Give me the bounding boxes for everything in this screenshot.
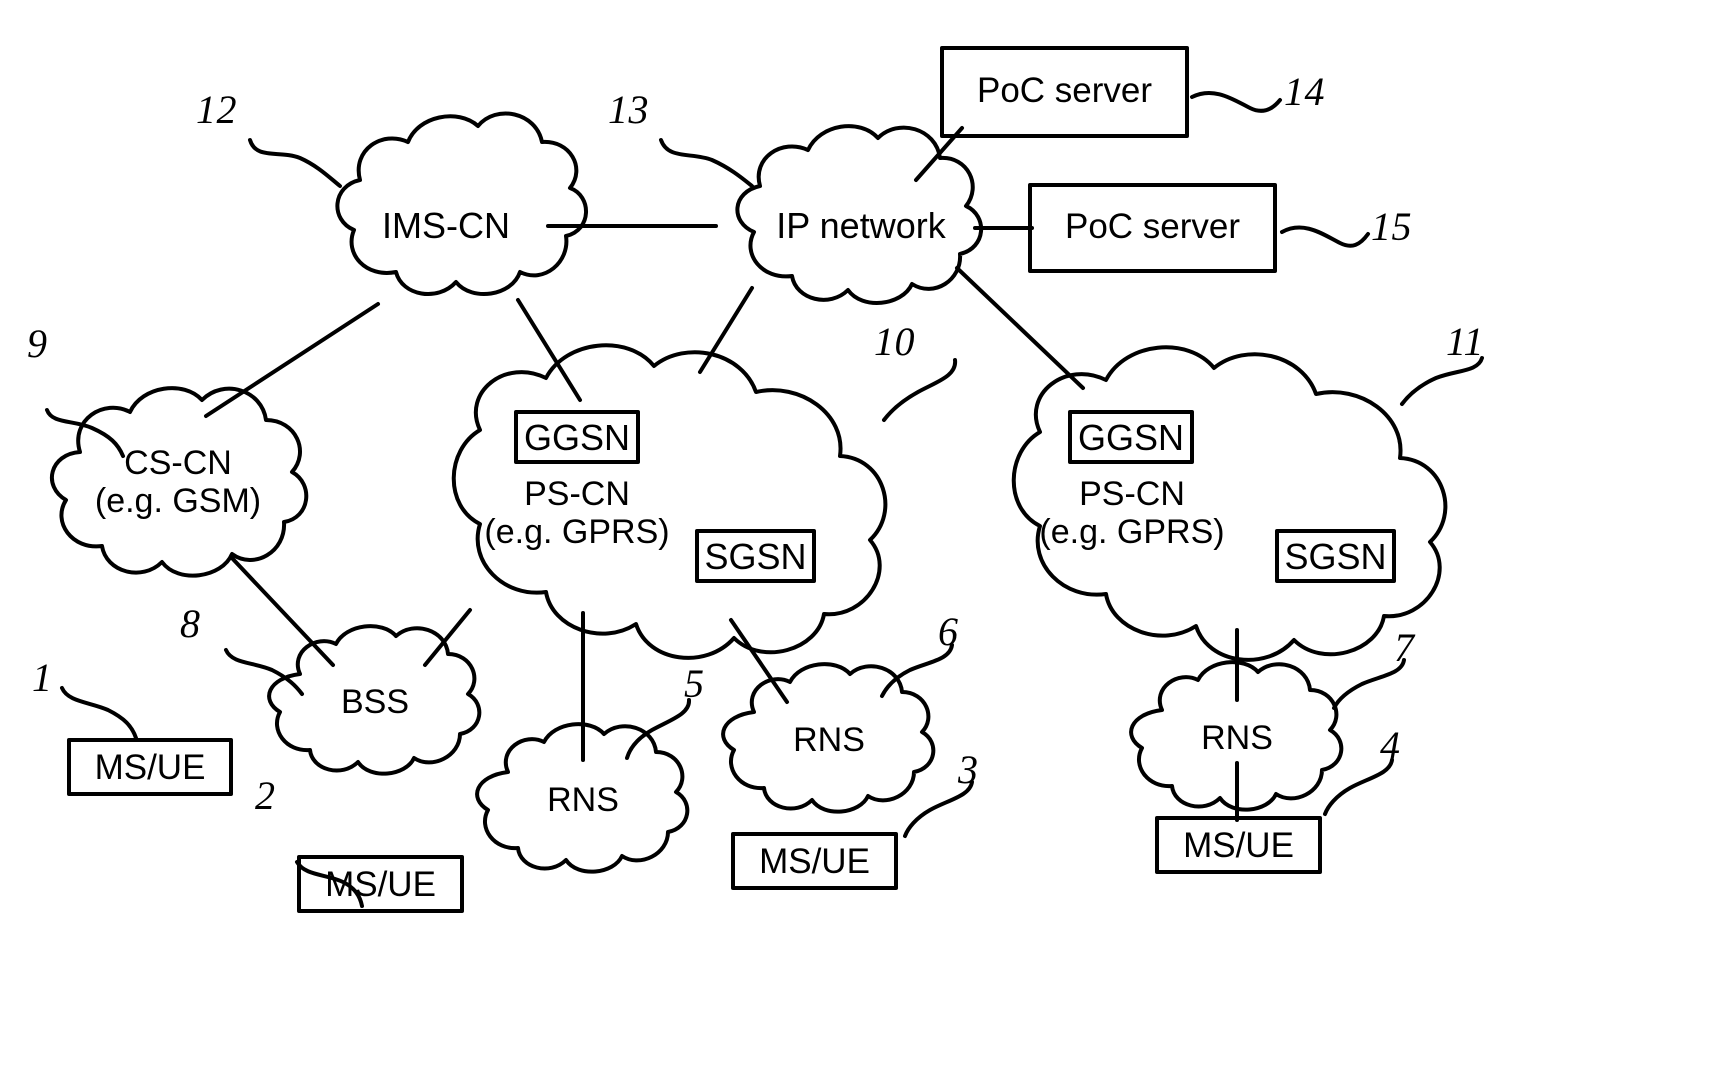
box-sgsn-left <box>695 529 816 583</box>
leader-10 <box>882 358 958 422</box>
reference-numeral-7: 7 <box>1394 625 1415 670</box>
box-ggsn-left <box>514 410 640 464</box>
leader-1 <box>60 686 138 740</box>
reference-numeral-6: 6 <box>938 609 959 654</box>
box-poc-server-14 <box>940 46 1189 138</box>
reference-numeral-10: 10 <box>874 319 915 364</box>
box-ms-ue-2 <box>297 855 464 913</box>
reference-numeral-8: 8 <box>180 601 201 646</box>
leader-12 <box>248 138 342 188</box>
link-cscn-bss <box>229 555 335 667</box>
cloud-cs-cn <box>49 386 309 578</box>
leader-14 <box>1190 91 1282 113</box>
reference-numeral-1: 1 <box>32 655 53 700</box>
reference-numeral-15: 15 <box>1371 204 1412 249</box>
diagram-svg <box>45 46 1484 913</box>
cloud-ims-cn <box>335 111 588 297</box>
link-ipnetwork-pscnright <box>955 266 1085 390</box>
reference-numeral-13: 13 <box>608 87 649 132</box>
link-imscn-cscn <box>204 302 380 418</box>
box-ms-ue-3 <box>731 832 898 890</box>
box-poc-server-15 <box>1028 183 1277 273</box>
cloud-bss <box>267 624 482 776</box>
cloud-ip-network <box>735 124 983 305</box>
cloud-ps-cn-right <box>1011 345 1448 662</box>
leader-8 <box>224 648 304 696</box>
reference-numeral-2: 2 <box>255 773 276 818</box>
reference-numeral-4: 4 <box>1380 723 1401 768</box>
reference-numeral-12: 12 <box>196 87 237 132</box>
box-ms-ue-4 <box>1155 816 1322 874</box>
leader-15 <box>1280 225 1370 248</box>
reference-numeral-9: 9 <box>27 321 48 366</box>
leader-13 <box>659 138 754 188</box>
link-pscnleft-rns6 <box>729 618 789 704</box>
leader-9 <box>45 408 125 458</box>
reference-numeral-5: 5 <box>684 661 705 706</box>
box-sgsn-right <box>1275 529 1396 583</box>
leader-2 <box>295 860 364 908</box>
reference-numeral-11: 11 <box>1446 319 1485 364</box>
reference-numeral-3: 3 <box>958 747 979 792</box>
cloud-rns-6 <box>721 662 936 814</box>
figure-canvas: IMS-CN IP network CS-CN (e.g. GSM) PS-CN… <box>0 0 1729 1080</box>
link-imscn-pscnleft <box>516 298 582 402</box>
reference-numeral-14: 14 <box>1284 69 1325 114</box>
cloud-ps-cn-left <box>451 343 888 660</box>
box-ms-ue-1 <box>67 738 233 796</box>
box-ggsn-right <box>1068 410 1194 464</box>
